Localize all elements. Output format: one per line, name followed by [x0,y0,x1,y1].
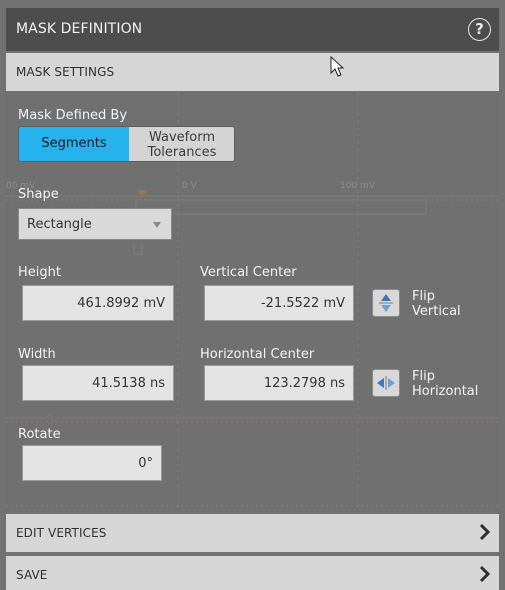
chevron-down-icon [153,222,161,228]
edit-vertices-header[interactable]: EDIT VERTICES [6,514,499,552]
flip-horizontal-button[interactable] [372,369,400,397]
chevron-right-icon [479,523,491,541]
rotate-label: Rotate [18,427,61,442]
width-value: 41.5138 ns [92,376,165,391]
height-value: 461.8992 mV [77,296,165,311]
rotate-value: 0° [138,456,153,471]
height-field[interactable]: 461.8992 mV [22,285,174,321]
horizontal-center-value: 123.2798 ns [263,376,345,391]
rotate-field[interactable]: 0° [22,445,162,481]
panel-title: MASK DEFINITION [16,21,143,37]
height-label: Height [18,265,61,280]
waveform-tolerances-option[interactable]: Waveform Tolerances [129,127,234,161]
flip-vertical-label[interactable]: Flip Vertical [412,289,461,319]
mask-defined-by-toggle: Segments Waveform Tolerances [18,126,235,162]
flip-vertical-icon [379,294,393,312]
vertical-center-field[interactable]: -21.5522 mV [204,285,354,321]
waveform-tolerances-line1: Waveform [149,130,215,145]
edit-vertices-label: EDIT VERTICES [16,526,107,540]
tick-label: 0 V [182,181,198,191]
mask-settings-header[interactable]: MASK SETTINGS [6,53,499,91]
help-icon[interactable]: ? [468,18,491,41]
flip-horizontal-line1: Flip [412,369,435,384]
width-field[interactable]: 41.5138 ns [22,365,174,401]
waveform-tolerances-line2: Tolerances [147,145,217,160]
horizontal-center-field[interactable]: 123.2798 ns [204,365,354,401]
mask-settings-content: 00 mV 0 V 100 mV Mask Defined By Segment… [6,92,499,512]
flip-vertical-line1: Flip [412,289,435,304]
flip-horizontal-line2: Horizontal [412,384,479,399]
mask-settings-label: MASK SETTINGS [16,65,115,79]
shape-value: Rectangle [27,217,92,232]
vertical-center-value: -21.5522 mV [260,296,345,311]
save-header[interactable]: SAVE [6,556,499,590]
panel-header: MASK DEFINITION ? [6,8,499,51]
chevron-right-icon [479,565,491,583]
trigger-marker [136,190,148,196]
flip-vertical-button[interactable] [372,289,400,317]
mouse-cursor-icon [330,56,345,77]
vertical-center-label: Vertical Center [200,265,297,280]
mask-defined-by-label: Mask Defined By [18,108,128,123]
shape-label: Shape [18,187,59,202]
flip-horizontal-label[interactable]: Flip Horizontal [412,369,478,399]
save-label: SAVE [16,568,48,582]
flip-vertical-line2: Vertical [412,304,461,319]
shape-dropdown[interactable]: Rectangle [18,208,172,240]
horizontal-center-label: Horizontal Center [200,347,315,362]
flip-horizontal-icon [377,376,395,390]
width-label: Width [18,347,56,362]
mask-definition-panel: MASK DEFINITION ? MASK SETTINGS 00 mV 0 … [0,0,505,590]
segments-option[interactable]: Segments [19,127,129,161]
tick-label: 100 mV [340,181,376,191]
